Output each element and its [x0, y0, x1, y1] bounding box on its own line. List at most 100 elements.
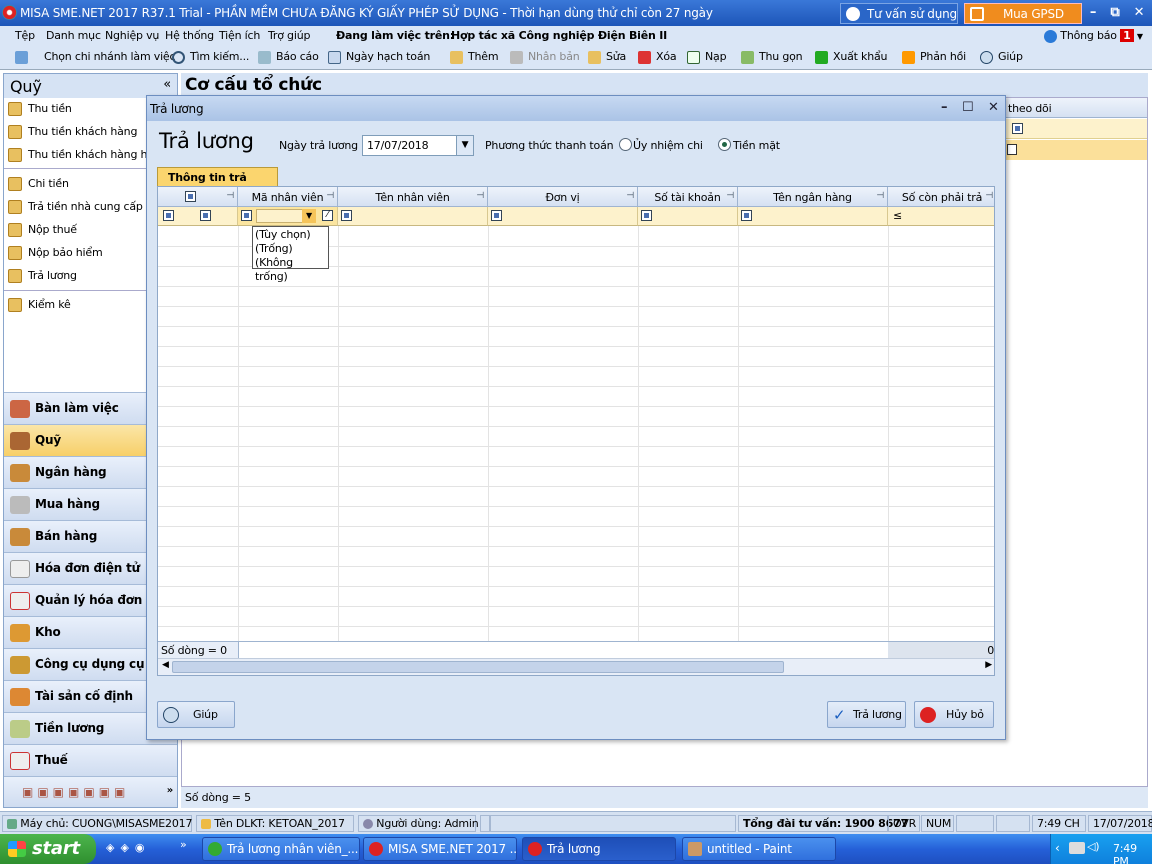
menu-utilities[interactable]: Tiện ích	[219, 29, 260, 42]
menu-operations[interactable]: Nghiệp vụ	[105, 29, 159, 42]
menu-file[interactable]: Tệp	[15, 29, 35, 42]
consult-button[interactable]: Tư vấn sử dụng	[840, 3, 958, 24]
task-paint[interactable]: untitled - Paint	[682, 837, 836, 861]
module-mini-icons[interactable]: ▣▣▣▣▣▣▣	[22, 785, 129, 799]
select-branch-button[interactable]: Chọn chi nhánh làm việc	[15, 50, 176, 64]
filter-select-checkbox[interactable]	[200, 210, 211, 221]
notification-button[interactable]: Thông báo 1 ▼	[1044, 29, 1143, 43]
restore-button[interactable]: ⧉	[1106, 4, 1124, 22]
menu-system[interactable]: Hệ thống	[165, 29, 214, 42]
dialog-maximize-button[interactable]: ☐	[962, 100, 974, 115]
nav-item-customer-receipt[interactable]: Thu tiền khách hàng	[8, 125, 137, 139]
filter-operator[interactable]: ≤	[893, 209, 902, 222]
pin-icon[interactable]: ⊣	[985, 191, 993, 201]
add-button[interactable]: Thêm	[450, 50, 499, 64]
pin-icon[interactable]: ⊣	[226, 191, 234, 201]
pay-salary-button[interactable]: ✓ Trả lương	[827, 701, 906, 728]
quick-launch-icons[interactable]: ◈◈◉	[106, 841, 151, 854]
export-button[interactable]: Xuất khẩu	[815, 50, 888, 64]
pin-icon[interactable]: ⊣	[476, 191, 484, 201]
filter-employee-name[interactable]	[338, 207, 488, 226]
collapse-button[interactable]: Thu gọn	[741, 50, 803, 64]
network-icon[interactable]	[1069, 842, 1085, 854]
col-employee-code[interactable]: Mã nhân viên ⊣	[238, 187, 338, 207]
nav-item-customer-receipt-2[interactable]: Thu tiền khách hàng hà	[8, 148, 154, 162]
chevron-more-icon[interactable]: »	[167, 785, 173, 796]
help-button[interactable]: Giúp	[157, 701, 235, 728]
nav-item-payment[interactable]: Chi tiền	[8, 177, 69, 191]
module-tax[interactable]: Thuế	[4, 744, 177, 776]
filter-amount-due[interactable]: ≤	[888, 207, 994, 226]
filter-condition-checkbox[interactable]	[341, 210, 352, 221]
select-all-checkbox[interactable]	[185, 191, 196, 202]
filter-dropdown-icon[interactable]: ▼	[302, 209, 316, 223]
filter-department[interactable]	[488, 207, 638, 226]
dialog-close-button[interactable]: ✕	[988, 100, 999, 115]
duplicate-button[interactable]: Nhân bản	[510, 50, 580, 64]
scroll-left-icon[interactable]: ◀	[162, 660, 169, 670]
collapse-left-icon[interactable]: «	[163, 77, 171, 92]
nav-item-pay-supplier[interactable]: Trả tiền nhà cung cấp	[8, 200, 143, 214]
filter-condition-checkbox[interactable]	[241, 210, 252, 221]
radio-transfer-order[interactable]	[619, 138, 632, 151]
filter-option-not-empty[interactable]: (Không trống)	[255, 256, 326, 284]
dialog-minimize-button[interactable]: –	[941, 100, 948, 115]
pin-icon[interactable]: ⊣	[876, 191, 884, 201]
filter-checkbox[interactable]	[1012, 123, 1023, 134]
search-button[interactable]: Tìm kiếm...	[172, 50, 249, 64]
radio-transfer-order-label[interactable]: Ủy nhiệm chi	[633, 139, 703, 152]
task-misa[interactable]: MISA SME.NET 2017 ...	[363, 837, 517, 861]
scroll-right-icon[interactable]: ▶	[985, 660, 992, 670]
nav-item-inventory-check[interactable]: Kiểm kê	[8, 298, 71, 312]
pay-date-field[interactable]: 17/07/2018 ▼	[362, 135, 474, 156]
close-button[interactable]: ✕	[1130, 4, 1148, 22]
filter-option-empty[interactable]: (Trống)	[255, 242, 326, 256]
filter-bank-name[interactable]	[738, 207, 888, 226]
reload-button[interactable]: Nạp	[687, 50, 727, 64]
select-all-header[interactable]: ⊣	[158, 187, 238, 207]
radio-cash-label[interactable]: Tiền mặt	[733, 139, 780, 152]
calendar-dropdown-icon[interactable]: ▼	[456, 136, 473, 155]
filter-row-checkbox[interactable]	[163, 210, 174, 221]
filter-account-number[interactable]	[638, 207, 738, 226]
menu-help[interactable]: Trợ giúp	[268, 29, 310, 42]
nav-item-receipt[interactable]: Thu tiền	[8, 102, 72, 116]
pin-icon[interactable]: ⊣	[626, 191, 634, 201]
help-toolbar-button[interactable]: Giúp	[980, 50, 1023, 64]
filter-condition-checkbox[interactable]	[491, 210, 502, 221]
nav-item-pay-insurance[interactable]: Nộp bảo hiểm	[8, 246, 103, 260]
start-button[interactable]: start	[0, 834, 96, 864]
clear-filter-icon[interactable]: ⁄	[322, 210, 333, 221]
minimize-button[interactable]: –	[1084, 4, 1102, 22]
filter-option-custom[interactable]: (Tùy chọn)	[255, 228, 326, 242]
task-salary-doc[interactable]: Trả lương nhân viên_...	[202, 837, 360, 861]
pin-icon[interactable]: ⊣	[726, 191, 734, 201]
feedback-button[interactable]: Phản hồi	[902, 50, 966, 64]
menu-categories[interactable]: Danh mục	[46, 29, 101, 42]
filter-employee-code[interactable]: ▼ ⁄	[238, 207, 338, 226]
scrollbar-thumb[interactable]	[172, 661, 784, 673]
volume-icon[interactable]: ◁)	[1087, 840, 1100, 853]
col-employee-name[interactable]: Tên nhân viên ⊣	[338, 187, 488, 207]
col-amount-due[interactable]: Số còn phải trả ⊣	[888, 187, 994, 207]
radio-cash[interactable]	[718, 138, 731, 151]
filter-condition-checkbox[interactable]	[741, 210, 752, 221]
quick-launch-more-icon[interactable]: »	[180, 838, 187, 851]
delete-button[interactable]: Xóa	[638, 50, 677, 64]
posting-date-button[interactable]: Ngày hạch toán	[328, 50, 430, 64]
nav-item-pay-salary[interactable]: Trả lương	[8, 269, 77, 283]
col-account-number[interactable]: Số tài khoản ⊣	[638, 187, 738, 207]
col-bank-name[interactable]: Tên ngân hàng ⊣	[738, 187, 888, 207]
report-button[interactable]: Báo cáo	[258, 50, 319, 64]
tray-collapse-icon[interactable]: ‹	[1055, 841, 1060, 855]
col-department[interactable]: Đơn vị ⊣	[488, 187, 638, 207]
nav-item-pay-tax[interactable]: Nộp thuế	[8, 223, 77, 237]
row-checkbox[interactable]	[1007, 144, 1017, 155]
cancel-button[interactable]: Hủy bỏ	[914, 701, 994, 728]
pin-icon[interactable]: ⊣	[326, 191, 334, 201]
horizontal-scrollbar[interactable]: ◀ ▶	[158, 658, 994, 675]
tab-salary-info[interactable]: Thông tin trả lương	[157, 167, 278, 197]
filter-condition-checkbox[interactable]	[641, 210, 652, 221]
edit-button[interactable]: Sửa	[588, 50, 626, 64]
task-salary-payment[interactable]: Trả lương	[522, 837, 676, 861]
